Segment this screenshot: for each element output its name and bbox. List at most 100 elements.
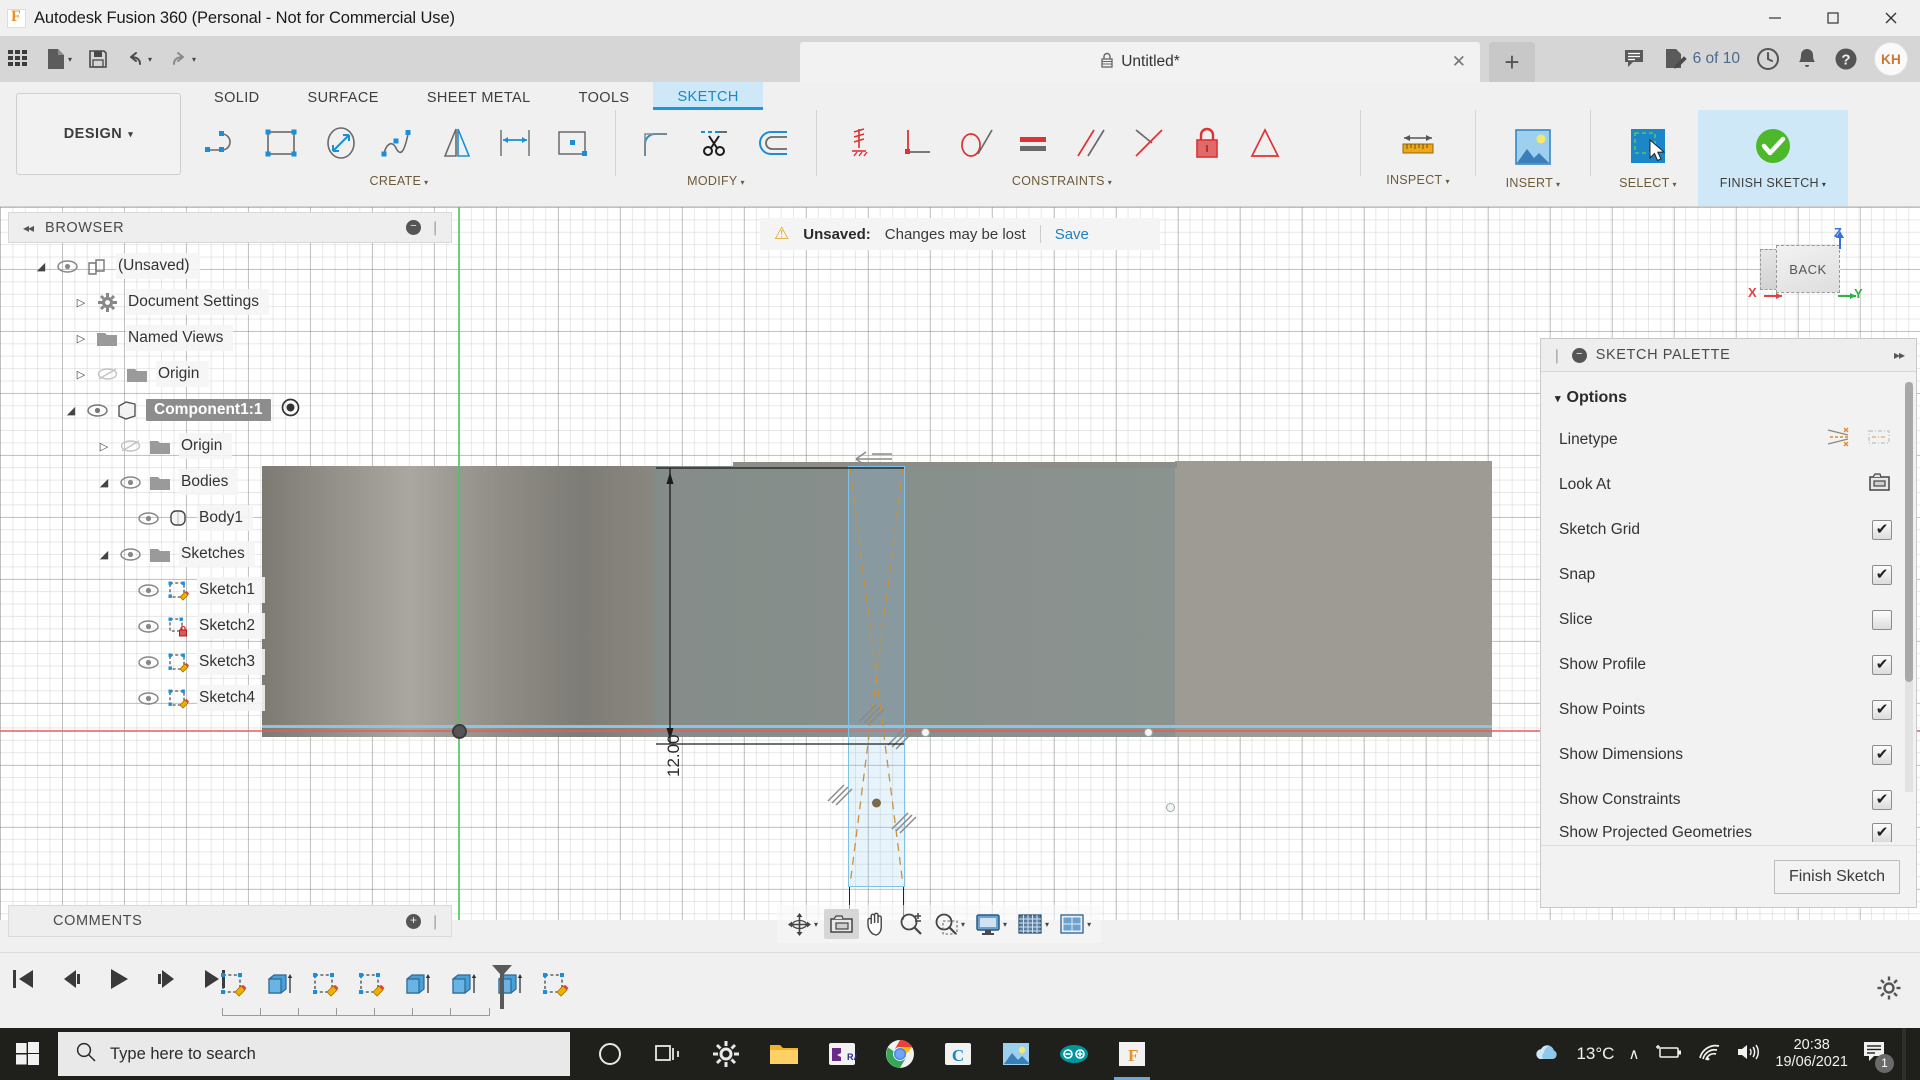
panel-title-modify[interactable]: MODIFY ▾ [623, 174, 809, 188]
arduino-icon[interactable] [1048, 1028, 1100, 1080]
fusion360-icon[interactable]: F [1106, 1028, 1158, 1080]
rectangle-tool[interactable] [254, 113, 312, 173]
fix-constraint[interactable] [1178, 113, 1236, 173]
document-count-button[interactable]: 6 of 10 [1664, 48, 1740, 70]
cortana-icon[interactable] [584, 1028, 636, 1080]
options-section-header[interactable]: ▾ Options [1541, 384, 1916, 417]
new-document-button[interactable]: ▾ [38, 36, 80, 82]
slice-checkbox[interactable] [1872, 609, 1892, 630]
curseforge-icon[interactable]: C [932, 1028, 984, 1080]
palette-row-look-at[interactable]: Look At [1541, 462, 1916, 507]
timeline-settings-icon[interactable] [1876, 975, 1902, 1006]
palette-row-linetype[interactable]: Linetype [1541, 417, 1916, 462]
expander-icon[interactable]: ▷ [93, 440, 115, 453]
viewports-icon[interactable]: ▾ [1055, 909, 1095, 939]
view-cube[interactable]: BACK Z X Y [1748, 223, 1868, 313]
chevron-down-icon[interactable]: ▾ [148, 55, 152, 64]
save-button[interactable] [80, 36, 116, 82]
file-explorer-icon[interactable] [758, 1028, 810, 1080]
step-forward-button[interactable] [154, 967, 180, 996]
palette-row-snap[interactable]: Snap ✔ [1541, 552, 1916, 597]
tray-expand-icon[interactable]: ∧ [1628, 1045, 1639, 1063]
expander-icon[interactable]: ▷ [70, 296, 92, 309]
palette-row-show-points[interactable]: Show Points ✔ [1541, 687, 1916, 732]
snap-checkbox[interactable]: ✔ [1872, 564, 1892, 585]
palette-scrollbar[interactable] [1905, 382, 1913, 792]
chrome-icon[interactable] [874, 1028, 926, 1080]
tab-sheet-metal[interactable]: SHEET METAL [403, 82, 555, 110]
tree-item-named-views[interactable]: ▷ Named Views [8, 320, 452, 356]
origin-point[interactable] [452, 724, 467, 739]
midpoint-constraint[interactable] [1120, 113, 1178, 173]
chevron-down-icon[interactable]: ▾ [814, 920, 818, 929]
show-desktop-button[interactable] [1902, 1028, 1906, 1080]
palette-row-slice[interactable]: Slice [1541, 597, 1916, 642]
inspect-button[interactable]: INSPECT ▾ [1368, 110, 1468, 206]
expander-icon[interactable]: ◢ [60, 404, 82, 417]
workspace-switcher[interactable]: DESIGN ▾ [16, 93, 181, 175]
visibility-eye-icon[interactable] [133, 655, 163, 669]
chevron-down-icon[interactable]: ▾ [1087, 920, 1091, 929]
expander-icon[interactable]: ◢ [93, 548, 115, 561]
chevron-down-icon[interactable]: ▾ [1003, 920, 1007, 929]
tab-sketch[interactable]: SKETCH [653, 82, 763, 110]
browser-grip-icon[interactable]: ❘ [429, 219, 441, 236]
start-button[interactable] [0, 1028, 56, 1080]
save-link[interactable]: Save [1055, 226, 1089, 243]
model-body-right[interactable] [1175, 461, 1492, 737]
chevron-down-icon[interactable]: ▾ [68, 55, 72, 64]
show-profile-checkbox[interactable]: ✔ [1872, 654, 1892, 675]
line-tool[interactable] [196, 113, 254, 173]
timeline-playhead[interactable] [489, 963, 515, 1016]
circle-tool[interactable] [312, 113, 370, 173]
equal-constraint[interactable] [1004, 113, 1062, 173]
select-button[interactable]: SELECT ▾ [1598, 110, 1698, 206]
volume-icon[interactable] [1735, 1042, 1761, 1067]
chevron-down-icon[interactable]: ▾ [192, 55, 196, 64]
collapse-browser-icon[interactable]: ◂◂ [23, 221, 34, 235]
chevron-down-icon[interactable]: ▾ [1045, 920, 1049, 929]
weather-temperature[interactable]: 13°C [1576, 1044, 1614, 1064]
notification-center-icon[interactable]: 1 [1862, 1040, 1894, 1073]
show-constraints-checkbox[interactable]: ✔ [1872, 789, 1892, 810]
tree-item-sketch2[interactable]: Sketch2 [8, 608, 452, 644]
new-tab-button[interactable]: + [1489, 42, 1535, 82]
normal-linetype-icon[interactable] [1826, 425, 1852, 454]
tree-item-component1[interactable]: ◢ Component1:1 [8, 392, 452, 428]
constraint-glyph-parallel[interactable] [888, 809, 932, 839]
palette-finish-sketch-button[interactable]: Finish Sketch [1773, 859, 1900, 894]
perpendicular-constraint[interactable] [888, 113, 946, 173]
parallel-constraint[interactable] [1062, 113, 1120, 173]
offset-tool[interactable] [745, 113, 803, 173]
taskbar-clock[interactable]: 20:38 19/06/2021 [1775, 1037, 1848, 1071]
timeline-feature-sketch[interactable] [215, 965, 253, 1005]
timeline-feature-extrude[interactable] [261, 965, 299, 1005]
comments-grip-icon[interactable]: ❘ [429, 913, 441, 930]
dimension-tool[interactable] [486, 113, 544, 173]
search-input[interactable]: Type here to search [58, 1032, 570, 1076]
construction-linetype-icon[interactable] [1866, 425, 1892, 454]
activate-component-radio[interactable] [281, 398, 300, 422]
palette-row-show-dimensions[interactable]: Show Dimensions ✔ [1541, 732, 1916, 777]
expander-icon[interactable]: ◢ [30, 260, 52, 273]
finish-sketch-button[interactable]: FINISH SKETCH ▾ [1698, 110, 1848, 206]
photos-icon[interactable] [990, 1028, 1042, 1080]
redo-button[interactable]: ▾ [160, 36, 204, 82]
show-projected-geometries-checkbox[interactable]: ✔ [1872, 823, 1892, 842]
palette-minimize-icon[interactable]: − [1571, 347, 1587, 363]
tree-item-sketch4[interactable]: Sketch4 [8, 680, 452, 716]
weather-cloud-icon[interactable] [1532, 1041, 1562, 1068]
comments-button[interactable] [1624, 49, 1648, 70]
display-settings-icon[interactable]: ▾ [971, 909, 1011, 939]
trim-tool[interactable] [687, 113, 745, 173]
settings-icon[interactable] [700, 1028, 752, 1080]
look-at-icon[interactable] [1867, 471, 1892, 498]
sketch-grid-checkbox[interactable]: ✔ [1872, 519, 1892, 540]
timeline-feature-sketch[interactable] [307, 965, 345, 1005]
visibility-eye-icon[interactable] [115, 547, 145, 561]
go-to-beginning-button[interactable] [10, 967, 36, 996]
timeline-feature-sketch[interactable] [537, 965, 575, 1005]
spline-tool[interactable] [370, 113, 428, 173]
minimize-button[interactable] [1746, 0, 1804, 36]
palette-row-show-constraints[interactable]: Show Constraints ✔ [1541, 777, 1916, 822]
